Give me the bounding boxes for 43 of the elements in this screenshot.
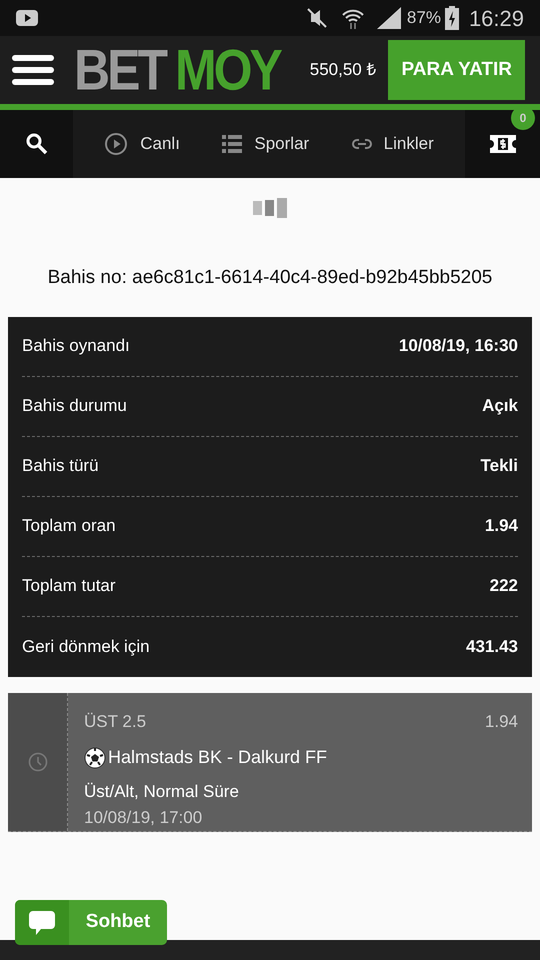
nav-tab[interactable]: Canlı — [104, 131, 180, 157]
balance: 550,50 ₺ — [310, 59, 376, 82]
video-icon — [16, 10, 38, 26]
clock-icon — [28, 752, 48, 772]
detail-label: Bahis türü — [22, 455, 99, 478]
detail-value: 222 — [490, 575, 518, 598]
football-icon — [84, 746, 106, 768]
bet-number: Bahis no: ae6c81c1-6614-40c4-89ed-b92b45bb5205 — [48, 267, 492, 288]
detail-value: Tekli — [480, 455, 518, 478]
nav-tab[interactable]: Sporlar — [222, 131, 310, 157]
battery-icon — [444, 6, 459, 30]
logo[interactable]: BET MOY — [74, 41, 280, 99]
detail-label: Toplam oran — [22, 515, 116, 538]
market-name: Üst/Alt, Normal Süre — [84, 782, 239, 801]
ticket-icon — [490, 135, 516, 153]
search-icon — [26, 133, 48, 155]
detail-label: Bahis oynandı — [22, 335, 130, 358]
detail-value: 431.43 — [466, 636, 518, 658]
battery-level: 87% — [406, 7, 441, 30]
detail-label: Geri dönmek için — [22, 636, 150, 658]
nav-tab[interactable]: Linkler — [352, 131, 434, 157]
search-button[interactable] — [0, 110, 73, 178]
clock: 16:29 — [468, 4, 524, 32]
chat-button[interactable]: Sohbet — [15, 900, 167, 945]
list-icon — [222, 135, 242, 153]
mute-icon — [304, 8, 329, 28]
chat-icon — [29, 910, 55, 934]
match-name: Halmstads BK - Dalkurd FF — [108, 746, 328, 769]
deposit-button[interactable]: PARA YATIR — [388, 40, 525, 100]
detail-value: 10/08/19, 16:30 — [398, 335, 518, 358]
detail-label: Toplam tutar — [22, 575, 116, 598]
detail-value: Açık — [482, 395, 518, 418]
wifi-icon — [340, 7, 365, 29]
selection-pick: ÜST 2.5 — [84, 710, 146, 732]
detail-label: Bahis durumu — [22, 395, 127, 418]
detail-value: 1.94 — [484, 515, 518, 538]
menu-icon[interactable] — [12, 55, 54, 85]
play-icon — [104, 132, 128, 156]
link-icon — [352, 139, 372, 149]
match-date: 10/08/19, 17:00 — [84, 808, 202, 827]
loading-icon — [253, 198, 287, 218]
signal-icon — [376, 7, 401, 29]
selection-odds: 1.94 — [484, 710, 518, 732]
